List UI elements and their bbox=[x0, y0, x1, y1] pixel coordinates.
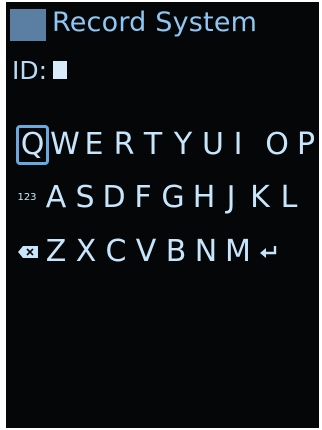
key-m[interactable]: M bbox=[222, 232, 254, 272]
key-v[interactable]: V bbox=[132, 232, 160, 272]
keyboard-row-2: 123 A S D F G H J K L bbox=[6, 178, 319, 218]
app-icon bbox=[10, 9, 46, 41]
key-e[interactable]: E bbox=[81, 125, 107, 165]
page-title: Record System bbox=[52, 7, 258, 38]
keyboard-row-3: Z X C V B N M bbox=[6, 232, 319, 272]
id-input-cursor[interactable] bbox=[53, 61, 68, 79]
key-d[interactable]: D bbox=[100, 178, 128, 218]
key-h[interactable]: H bbox=[190, 178, 218, 218]
device-screen: Record System ID: Q W E R T Y U I O P 12… bbox=[6, 2, 319, 428]
title-bar: Record System bbox=[6, 2, 319, 46]
key-numeric-toggle[interactable]: 123 bbox=[16, 178, 38, 218]
backspace-glyph bbox=[18, 246, 38, 258]
id-row: ID: bbox=[12, 55, 68, 85]
key-z[interactable]: Z bbox=[42, 232, 70, 272]
key-i[interactable]: I bbox=[229, 125, 247, 165]
enter-icon[interactable] bbox=[256, 232, 282, 272]
key-s[interactable]: S bbox=[72, 178, 98, 218]
key-o[interactable]: O bbox=[262, 125, 292, 165]
enter-glyph bbox=[260, 246, 277, 258]
keyboard-row-1: Q W E R T Y U I O P bbox=[6, 125, 319, 165]
key-a[interactable]: A bbox=[42, 178, 70, 218]
key-u[interactable]: U bbox=[199, 125, 227, 165]
key-b[interactable]: B bbox=[162, 232, 190, 272]
key-x[interactable]: X bbox=[72, 232, 100, 272]
key-n[interactable]: N bbox=[192, 232, 220, 272]
key-l[interactable]: L bbox=[276, 178, 302, 218]
key-f[interactable]: F bbox=[130, 178, 156, 218]
key-t[interactable]: T bbox=[140, 125, 166, 165]
key-q[interactable]: Q bbox=[16, 125, 49, 165]
key-j[interactable]: J bbox=[220, 178, 242, 218]
key-r[interactable]: R bbox=[110, 125, 138, 165]
key-k[interactable]: K bbox=[246, 178, 274, 218]
id-label: ID: bbox=[12, 55, 48, 85]
key-g[interactable]: G bbox=[158, 178, 188, 218]
key-y[interactable]: Y bbox=[169, 125, 197, 165]
backspace-icon[interactable] bbox=[16, 232, 40, 272]
key-w[interactable]: W bbox=[50, 125, 80, 165]
key-c[interactable]: C bbox=[102, 232, 130, 272]
key-p[interactable]: P bbox=[293, 125, 319, 165]
